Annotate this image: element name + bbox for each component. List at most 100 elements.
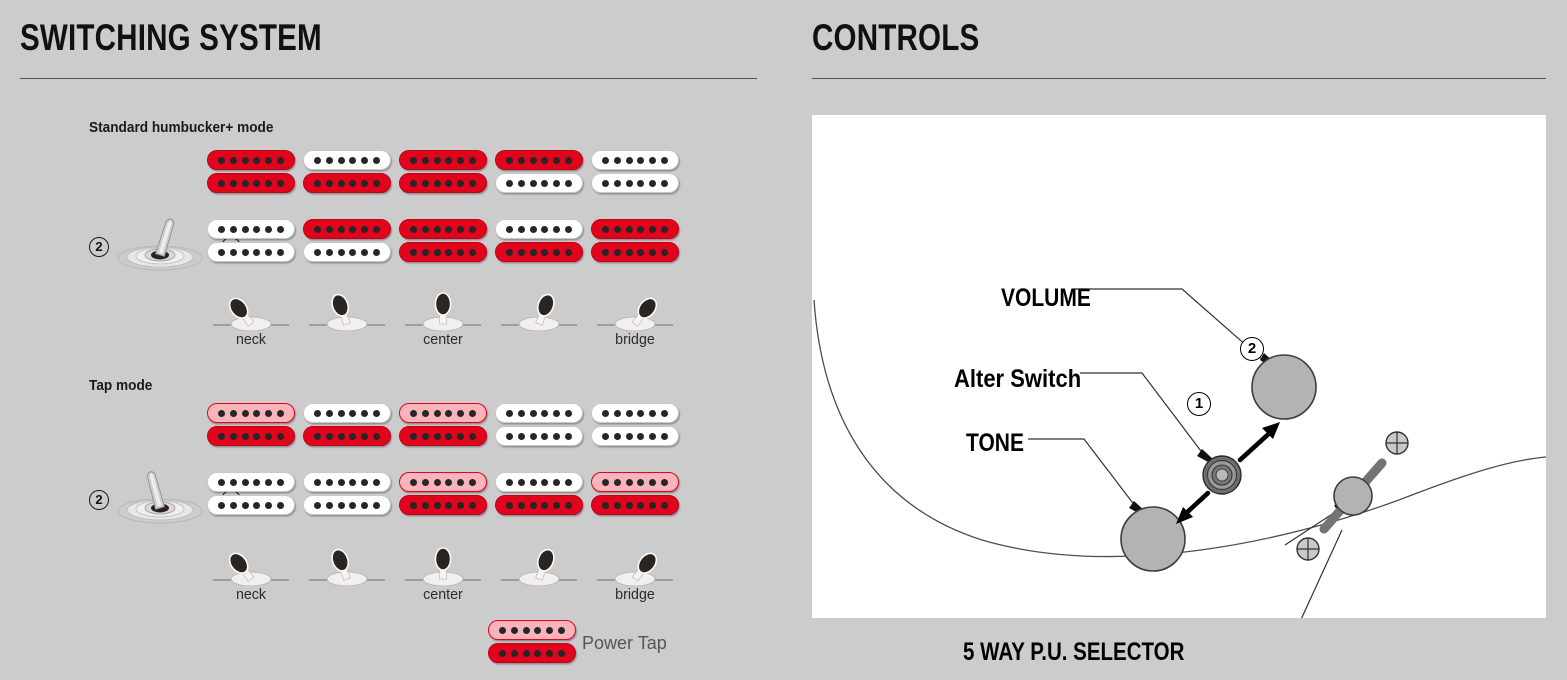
pole-piece [218, 432, 226, 440]
standard-pos3-bridge-pickup-bottom-coil [399, 242, 487, 262]
pole-piece [218, 409, 226, 417]
switching-system-panel: SWITCHING SYSTEM Standard humbucker+ mod… [0, 0, 790, 680]
pole-piece [325, 478, 333, 486]
pole-piece [276, 225, 284, 233]
pole-piece [456, 478, 464, 486]
toggle-position-left-badge: 2 [89, 490, 109, 510]
standard-pos4-bridge-pickup-bottom-coil [495, 242, 583, 262]
power-tap-legend-swatch [488, 620, 576, 666]
tap-pos4-neck-pickup [495, 403, 583, 449]
pole-piece [529, 432, 537, 440]
pole-piece [372, 409, 380, 417]
tap-pos5-bridge-pickup-bottom-coil [591, 495, 679, 515]
pole-piece [372, 501, 380, 509]
pole-piece [660, 432, 668, 440]
pole-piece [456, 179, 464, 187]
pole-piece [456, 501, 464, 509]
pole-piece [660, 179, 668, 187]
pole-piece [506, 225, 514, 233]
tap-pos2-neck-pickup [303, 403, 391, 449]
standard-pos3-neck-pickup-bottom-coil [399, 173, 487, 193]
pole-piece [337, 225, 345, 233]
tap-pos1-neck-pickup [207, 403, 295, 449]
pole-piece [529, 225, 537, 233]
pole-piece [456, 225, 464, 233]
pole-piece [349, 432, 357, 440]
tap-pos4-bridge-pickup-top-coil [495, 472, 583, 492]
pole-piece [602, 432, 610, 440]
pole-piece [468, 179, 476, 187]
standard-pos3-neck-pickup-top-coil [399, 150, 487, 170]
selector-leader-line [1301, 529, 1343, 618]
standard-pos1-bridge-pickup [207, 219, 295, 265]
pole-piece [637, 478, 645, 486]
tap-selector-position-3[interactable]: center [399, 542, 487, 604]
pole-piece [372, 432, 380, 440]
pole-piece [564, 179, 572, 187]
pole-piece [253, 478, 261, 486]
pole-piece [253, 225, 261, 233]
standard-selector-position-4[interactable] [495, 287, 583, 349]
standard-pos5-neck-pickup [591, 150, 679, 196]
tap-selector-position-4[interactable] [495, 542, 583, 604]
tap-selector-position-2[interactable] [303, 542, 391, 604]
power-tap-legend-top-coil [488, 620, 576, 640]
pole-piece [648, 478, 656, 486]
pole-piece [410, 501, 418, 509]
pole-piece [276, 156, 284, 164]
pole-piece [637, 432, 645, 440]
pole-piece [602, 478, 610, 486]
pole-piece [510, 626, 518, 634]
standard-pos2-neck-pickup-top-coil [303, 150, 391, 170]
pole-piece [648, 432, 656, 440]
pole-piece [541, 478, 549, 486]
pole-piece [625, 179, 633, 187]
pole-piece [602, 156, 610, 164]
guitar-control-layout-board: VOLUME Alter Switch TONE 5 WAY P.U. SELE… [812, 115, 1546, 666]
pole-piece [541, 225, 549, 233]
pole-piece [541, 432, 549, 440]
pole-piece [552, 179, 560, 187]
pole-piece [445, 156, 453, 164]
controls-title-divider [812, 78, 1546, 79]
pole-piece [613, 501, 621, 509]
pole-piece [218, 179, 226, 187]
standard-selector-position-2[interactable] [303, 287, 391, 349]
tap-pos5-neck-pickup-top-coil [591, 403, 679, 423]
pole-piece [349, 409, 357, 417]
pole-piece [541, 248, 549, 256]
pole-piece [517, 248, 525, 256]
power-tap-legend-bottom-coil [488, 643, 576, 663]
pole-piece [637, 248, 645, 256]
alter-switch-position-2-badge: 2 [1240, 337, 1264, 361]
pole-piece [517, 501, 525, 509]
tap-selector-label-neck: neck [235, 586, 267, 603]
pole-piece [229, 409, 237, 417]
tap-selector-position-5[interactable]: bridge [591, 542, 679, 604]
pole-piece [517, 432, 525, 440]
standard-selector-position-1[interactable]: neck [207, 287, 295, 349]
pole-piece [648, 409, 656, 417]
pole-piece [337, 478, 345, 486]
pole-piece [372, 156, 380, 164]
tap-pos2-neck-pickup-top-coil [303, 403, 391, 423]
pole-piece [253, 409, 261, 417]
pole-piece [456, 156, 464, 164]
tap-selector-position-1[interactable]: neck [207, 542, 295, 604]
standard-selector-position-5[interactable]: bridge [591, 287, 679, 349]
pole-piece [499, 626, 507, 634]
pole-piece [499, 649, 507, 657]
pole-piece [241, 156, 249, 164]
pole-piece [506, 156, 514, 164]
pole-piece [372, 478, 380, 486]
pole-piece [564, 156, 572, 164]
pole-piece [517, 409, 525, 417]
standard-selector-position-3[interactable]: center [399, 287, 487, 349]
pole-piece [360, 225, 368, 233]
pole-piece [314, 179, 322, 187]
pole-piece [445, 225, 453, 233]
pole-piece [468, 248, 476, 256]
pole-piece [349, 478, 357, 486]
pole-piece [564, 501, 572, 509]
pole-piece [314, 156, 322, 164]
